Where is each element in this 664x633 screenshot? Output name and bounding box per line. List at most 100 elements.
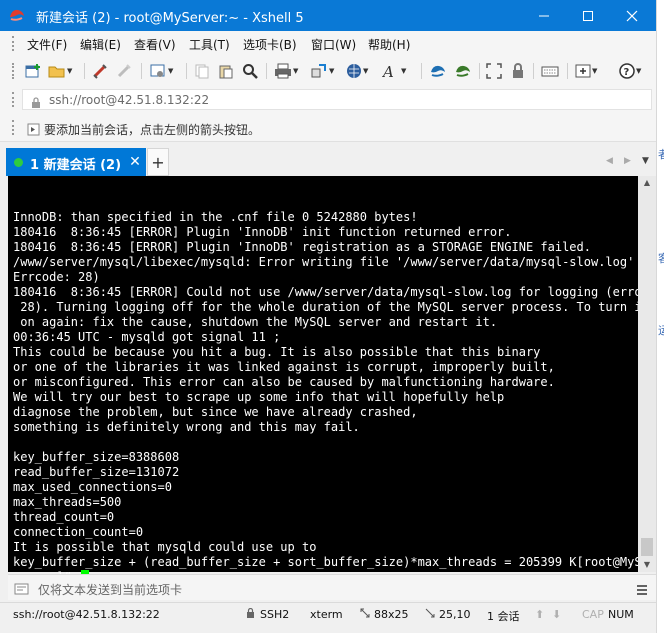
hamburger-menu-icon[interactable]	[636, 581, 648, 600]
keyboard-icon[interactable]	[541, 62, 559, 80]
terminal-line: or one of the libraries it was linked ag…	[13, 360, 555, 374]
toolbar-grip[interactable]	[12, 63, 15, 79]
terminal-line: 180416 8:36:45 [ERROR] Could not use /ww…	[13, 285, 649, 299]
background-text: 者	[658, 148, 664, 161]
terminal-line: It is possible that mysqld could use up …	[13, 540, 317, 554]
menu-view[interactable]: 查看(V)	[134, 36, 176, 53]
close-icon[interactable]	[610, 0, 654, 31]
connect-icon[interactable]	[92, 62, 110, 80]
maximize-icon[interactable]	[566, 0, 610, 31]
title-bar[interactable]: 新建会话 (2) - root@MyServer:~ - Xshell 5	[0, 0, 656, 31]
tab-list-icon[interactable]: ▼	[642, 156, 649, 166]
scroll-up-icon[interactable]: ▲	[638, 176, 656, 190]
compose-icon[interactable]	[454, 62, 472, 80]
properties-icon[interactable]: ▼	[149, 62, 173, 80]
lock-icon[interactable]	[511, 62, 525, 80]
hint-text: 要添加当前会话，点击左侧的箭头按钮。	[44, 123, 261, 137]
connected-status-dot	[14, 158, 23, 167]
terminal-line: max_used_connections=0	[13, 480, 172, 494]
terminal-line: on again: fix the cause, shutdown the My…	[13, 315, 498, 329]
terminal-line: InnoDB: than specified in the .cnf file …	[13, 210, 418, 224]
status-upload-icon: ⬆	[535, 608, 545, 621]
status-position: 25,10	[439, 608, 471, 621]
status-caps: CAP	[582, 608, 604, 621]
fullscreen-icon[interactable]	[486, 62, 502, 80]
terminal-output: InnoDB: than specified in the .cnf file …	[13, 180, 649, 615]
tab-bar: 1 新建会话 (2) ✕ + ◀ ▶ ▼	[0, 142, 656, 176]
status-protocol: SSH2	[260, 608, 290, 621]
address-bar: ssh://root@42.51.8.132:22	[0, 86, 656, 113]
disconnect-icon[interactable]	[116, 62, 134, 80]
menu-tools[interactable]: 工具(T)	[189, 36, 230, 53]
background-text: 客	[658, 252, 664, 265]
status-sessions: 1 会话	[487, 610, 520, 623]
menu-bar: 文件(F) 编辑(E) 查看(V) 工具(T) 选项卡(B) 窗口(W) 帮助(…	[0, 31, 656, 56]
compose-input[interactable]: 仅将文本发送到当前选项卡	[38, 581, 182, 598]
menu-tabs[interactable]: 选项卡(B)	[243, 36, 297, 53]
tab-scroll-right-icon[interactable]: ▶	[624, 156, 631, 166]
paste-icon[interactable]	[218, 62, 234, 80]
copy-icon[interactable]	[194, 62, 210, 80]
terminal-line: This could be because you hit a bug. It …	[13, 345, 541, 359]
terminal-line: Errcode: 28)	[13, 270, 100, 284]
xftp-icon[interactable]	[429, 62, 447, 80]
find-icon[interactable]	[242, 62, 258, 80]
toolbar-grip[interactable]	[12, 92, 15, 107]
status-lock-icon	[246, 607, 255, 622]
terminal-line: connection_count=0	[13, 525, 144, 539]
scroll-down-icon[interactable]: ▼	[638, 558, 656, 572]
terminal-line: 180416 8:36:45 [ERROR] Plugin 'InnoDB' i…	[13, 225, 512, 239]
toolbar-grip[interactable]	[12, 120, 15, 135]
status-bar: ssh://root@42.51.8.132:22 SSH2 xterm 88x…	[0, 602, 656, 626]
terminal-line: /www/server/mysql/libexec/mysqld: Error …	[13, 255, 649, 269]
status-terminal-type: xterm	[310, 608, 343, 621]
new-session-icon[interactable]	[25, 62, 42, 80]
terminal-scrollbar[interactable]: ▲ ▼	[638, 176, 656, 572]
add-tab-button[interactable]: +	[147, 148, 169, 176]
terminal-line: 28). Turning logging off for the whole d…	[13, 300, 649, 314]
status-size: 88x25	[374, 608, 409, 621]
help-icon[interactable]: ? ▼	[619, 62, 641, 80]
transfer-icon[interactable]: ▼	[310, 62, 334, 80]
tab-close-icon[interactable]: ✕	[124, 148, 146, 176]
open-folder-icon[interactable]: ▼	[48, 62, 72, 80]
toolbar-grip[interactable]	[12, 36, 15, 51]
terminal-line: key_buffer_size=8388608	[13, 450, 180, 464]
background-text: 运	[658, 324, 664, 337]
terminal-line: key_buffer_size + (read_buffer_size + so…	[13, 555, 649, 569]
svg-text:?: ?	[624, 67, 630, 78]
status-cursor-icon	[425, 608, 435, 621]
compose-bar: 仅将文本发送到当前选项卡	[8, 574, 656, 600]
terminal-line: max_threads=500	[13, 495, 122, 509]
globe-icon[interactable]: ▼	[346, 62, 368, 80]
new-tab-icon[interactable]: ▼	[575, 62, 597, 80]
tab-label: 1 新建会话 (2)	[30, 158, 122, 173]
lock-icon	[31, 94, 41, 113]
font-icon[interactable]: A ▼	[382, 62, 406, 80]
xshell-logo-icon	[8, 7, 26, 23]
menu-help[interactable]: 帮助(H)	[368, 36, 410, 53]
xshell-window: 新建会话 (2) - root@MyServer:~ - Xshell 5 者 …	[0, 0, 664, 633]
terminal-line: thread_count=0	[13, 510, 115, 524]
terminal-line: 180416 8:36:45 [ERROR] Plugin 'InnoDB' r…	[13, 240, 591, 254]
print-icon[interactable]: ▼	[274, 62, 298, 80]
address-text: ssh://root@42.51.8.132:22	[49, 93, 210, 107]
terminal-line: diagnose the problem, but since we have …	[13, 405, 418, 419]
terminal-area[interactable]: InnoDB: than specified in the .cnf file …	[8, 176, 656, 584]
status-connection: ssh://root@42.51.8.132:22	[13, 608, 160, 621]
send-icon[interactable]	[14, 581, 30, 600]
address-input[interactable]: ssh://root@42.51.8.132:22	[22, 89, 652, 110]
status-size-icon	[360, 608, 370, 621]
terminal-line: 00:36:45 UTC - mysqld got signal 11 ;	[13, 330, 281, 344]
status-num: NUM	[608, 608, 634, 621]
tab-scroll-left-icon[interactable]: ◀	[606, 156, 613, 166]
menu-window[interactable]: 窗口(W)	[311, 36, 356, 53]
status-download-icon: ⬇	[552, 608, 562, 621]
scrollbar-thumb[interactable]	[641, 538, 653, 556]
menu-file[interactable]: 文件(F)	[27, 36, 67, 53]
session-hint-bar: 要添加当前会话，点击左侧的箭头按钮。	[0, 113, 656, 142]
minimize-icon[interactable]	[522, 0, 566, 31]
bookmark-arrow-icon[interactable]	[27, 121, 40, 140]
menu-edit[interactable]: 编辑(E)	[80, 36, 121, 53]
